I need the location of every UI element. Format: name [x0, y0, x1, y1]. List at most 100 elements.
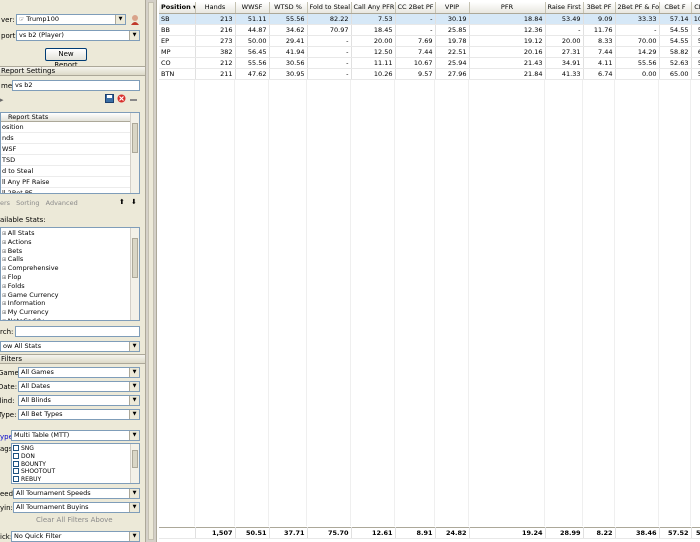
- tree-item[interactable]: Bets: [1, 247, 139, 256]
- tag-label: SHOOTOUT: [21, 468, 56, 476]
- player-select[interactable]: ☞ Trump100: [16, 14, 126, 25]
- column-header-position[interactable]: Position ▾: [159, 2, 196, 14]
- report-settings-header[interactable]: Report Settings: [0, 66, 145, 76]
- table-cell: BTN: [159, 68, 196, 80]
- tab-advanced[interactable]: Advanced: [46, 199, 78, 207]
- column-header-cbet-f[interactable]: CBet F: [659, 2, 692, 14]
- table-cell: 7.69: [395, 35, 436, 47]
- table-row[interactable]: BTN 211 47.62 30.95-10.26 9.57 27.96 21.84 41.3…: [159, 68, 700, 80]
- tab-sorting[interactable]: Sorting: [16, 199, 39, 207]
- list-item[interactable]: nds: [1, 133, 139, 144]
- new-report-button[interactable]: New Report: [45, 48, 87, 69]
- column-header-raise-first[interactable]: Raise First: [545, 2, 584, 14]
- tree-item[interactable]: Calls: [1, 255, 139, 264]
- list-item[interactable]: osition: [1, 122, 139, 133]
- available-stats-scrollbar[interactable]: [130, 228, 139, 320]
- filter-select-type[interactable]: All Bet Types: [18, 409, 140, 420]
- table-cell: 29.41: [269, 35, 308, 47]
- splitter-handle[interactable]: [148, 2, 154, 540]
- delete-icon[interactable]: [117, 94, 126, 105]
- column-header-hands[interactable]: Hands: [195, 2, 236, 14]
- table-cell: 30.56: [269, 57, 308, 69]
- checkbox-icon[interactable]: [13, 452, 19, 459]
- speed-select[interactable]: All Tournament Speeds: [13, 488, 140, 499]
- tree-item[interactable]: Folds: [1, 282, 139, 291]
- column-header-cc-2bet-pf[interactable]: CC 2Bet PF: [395, 2, 436, 14]
- filter-select-game[interactable]: All Games: [18, 367, 140, 378]
- tags-scrollbar[interactable]: [130, 444, 139, 483]
- save-icon[interactable]: [105, 94, 114, 105]
- tree-item[interactable]: Information: [1, 299, 139, 308]
- checkbox-icon[interactable]: [13, 460, 19, 467]
- clear-filters-link[interactable]: Clear All Filters Above: [36, 516, 113, 524]
- list-item[interactable]: d to Steal: [1, 166, 139, 177]
- tag-checkbox-item[interactable]: REBUY: [12, 476, 139, 483]
- buyin-select[interactable]: All Tournament Buyins: [13, 502, 140, 513]
- table-cell: 41.94: [269, 46, 308, 58]
- tab-filters[interactable]: ers: [0, 199, 10, 207]
- table-cell: 54.55: [659, 24, 692, 36]
- list-item[interactable]: WSF: [1, 144, 139, 155]
- checkbox-icon[interactable]: [13, 476, 19, 483]
- column-header-wwsf[interactable]: WWSF: [235, 2, 270, 14]
- table-cell: 273: [195, 35, 236, 47]
- tree-item[interactable]: My Currency: [1, 308, 139, 317]
- move-down-icon[interactable]: ⬇: [131, 198, 137, 206]
- report-stats-scrollbar[interactable]: [130, 113, 139, 193]
- tag-checkbox-item[interactable]: SNG: [12, 445, 139, 453]
- minimize-icon[interactable]: [129, 94, 138, 105]
- tree-item[interactable]: All Stats: [1, 229, 139, 238]
- table-row[interactable]: MP 382 56.45 41.94-12.50 7.44 22.51 20.16 27.31…: [159, 46, 700, 58]
- column-header-2bet-pf-fold[interactable]: 2Bet PF & Fold: [615, 2, 660, 14]
- available-stats-tree[interactable]: All StatsActionsBetsCallsComprehensiveFl…: [0, 227, 140, 321]
- filter-select-date[interactable]: All Dates: [18, 381, 140, 392]
- list-item[interactable]: ll 2Bet PF: [1, 188, 139, 193]
- filters-header[interactable]: Filters: [0, 354, 145, 364]
- tree-item[interactable]: Comprehensive: [1, 264, 139, 273]
- move-up-icon[interactable]: ⬆: [119, 198, 125, 206]
- player-status-icon[interactable]: [130, 14, 140, 25]
- quick-filter-select[interactable]: No Quick Filter: [11, 531, 140, 542]
- checkbox-icon[interactable]: [13, 468, 19, 475]
- tags-list[interactable]: SNG DON BOUNTY SHOOTOUT REBUY: [11, 443, 140, 484]
- column-header-pfr[interactable]: PFR: [469, 2, 546, 14]
- column-header-wtsd[interactable]: WTSD %: [269, 2, 308, 14]
- column-separator: [194, 80, 195, 526]
- column-header-3bet-pf[interactable]: 3Bet PF: [583, 2, 616, 14]
- tree-item[interactable]: Actions: [1, 238, 139, 247]
- column-header-vpip[interactable]: VPIP: [435, 2, 470, 14]
- tree-item[interactable]: Flop: [1, 273, 139, 282]
- table-row[interactable]: SB 213 51.11 55.56 82.22 7.53-30.19 18.84 53.49…: [159, 13, 700, 25]
- report-name-input[interactable]: vs b2: [12, 80, 140, 91]
- tag-checkbox-item[interactable]: SHOOTOUT: [12, 468, 139, 476]
- column-header-cbet-t[interactable]: CBet T: [691, 2, 700, 14]
- table-cell: 50.00: [691, 57, 700, 69]
- table-row[interactable]: CO 212 55.56 30.56-11.11 10.67 25.94 21.43 34.9…: [159, 57, 700, 69]
- table-row[interactable]: BB 216 44.87 34.62 70.97 18.45-25.85 12.36-11.…: [159, 24, 700, 36]
- table-cell: 20.16: [469, 46, 546, 58]
- table-row[interactable]: EP 273 50.00 29.41-20.00 7.69 19.78 19.12 20.00…: [159, 35, 700, 47]
- collapse-glyph-icon[interactable]: ▸: [0, 96, 4, 104]
- column-header-call-any-pfr[interactable]: Call Any PFR: [351, 2, 396, 14]
- show-stats-select[interactable]: ow All Stats: [0, 341, 140, 352]
- report-stats-header[interactable]: Report Stats: [1, 113, 139, 122]
- list-item[interactable]: ll Any PF Raise: [1, 177, 139, 188]
- report-select[interactable]: vs b2 (Player): [16, 30, 140, 41]
- stats-grid[interactable]: Position ▾ Hands WWSF WTSD % Fold to Steal Ca…: [157, 0, 700, 542]
- column-header-fold-to-steal[interactable]: Fold to Steal: [307, 2, 352, 14]
- table-cell: 54.55: [659, 35, 692, 47]
- tag-checkbox-item[interactable]: BOUNTY: [12, 460, 139, 469]
- table-cell: 212: [195, 57, 236, 69]
- stats-search-input[interactable]: [15, 326, 140, 337]
- tree-item[interactable]: Game Currency: [1, 291, 139, 300]
- filter-select-blind[interactable]: All Blinds: [18, 395, 140, 406]
- tree-item[interactable]: NoteCaddy: [1, 317, 139, 320]
- checkbox-icon[interactable]: [13, 445, 19, 451]
- panel-splitter[interactable]: [145, 0, 157, 542]
- table-cell: 22.51: [435, 46, 470, 58]
- table-type-select[interactable]: Multi Table (MTT): [11, 430, 140, 441]
- tag-checkbox-item[interactable]: DON: [12, 452, 139, 461]
- report-stats-list[interactable]: Report Stats osition nds WSF TSD d to Steal l…: [0, 112, 140, 194]
- search-label: rch:: [0, 328, 14, 336]
- list-item[interactable]: TSD: [1, 155, 139, 166]
